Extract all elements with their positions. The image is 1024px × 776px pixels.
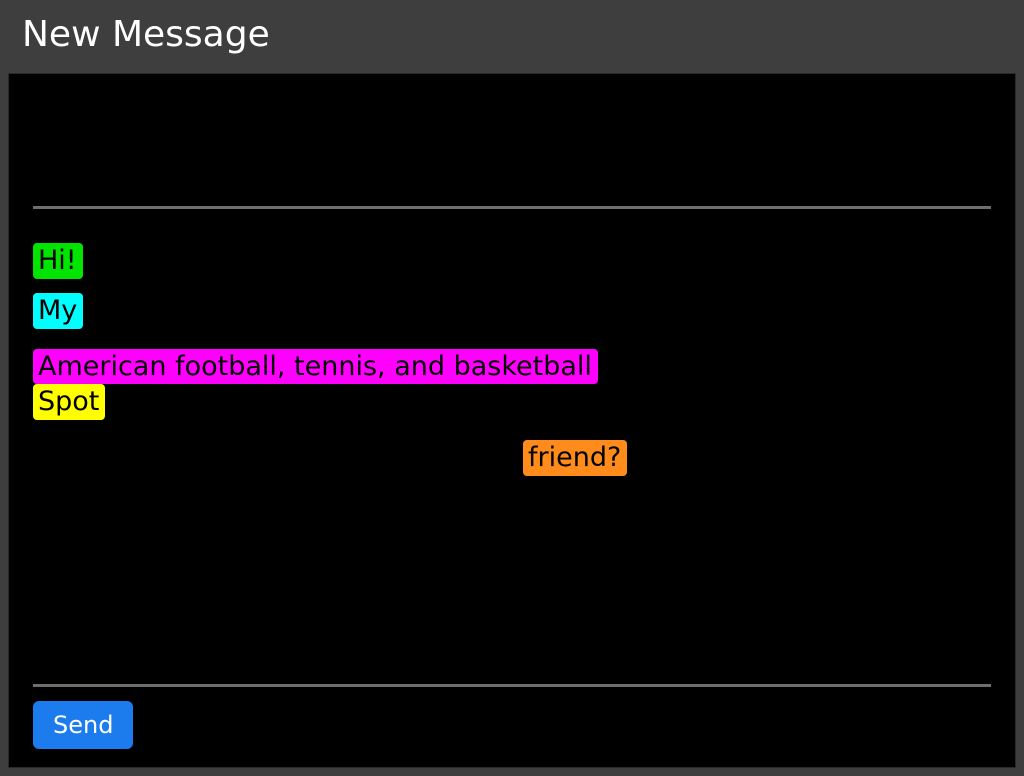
message-content: Hi! My American football, tennis, and ba… xyxy=(8,73,1016,768)
header-area xyxy=(33,86,991,206)
divider-top xyxy=(33,206,991,209)
highlight-friend: friend? xyxy=(523,440,627,476)
window-title: New Message xyxy=(22,14,1002,55)
message-window: New Message Hi! My American football, te… xyxy=(0,0,1024,776)
titlebar: New Message xyxy=(0,0,1024,73)
message-body[interactable]: Hi! My American football, tennis, and ba… xyxy=(33,217,991,684)
send-button[interactable]: Send xyxy=(33,701,133,749)
highlight-my: My xyxy=(33,293,83,329)
highlight-greeting: Hi! xyxy=(33,243,83,279)
highlight-sports: American football, tennis, and basketbal… xyxy=(33,349,598,385)
divider-bottom xyxy=(33,684,991,687)
highlight-spot: Spot xyxy=(33,384,105,420)
